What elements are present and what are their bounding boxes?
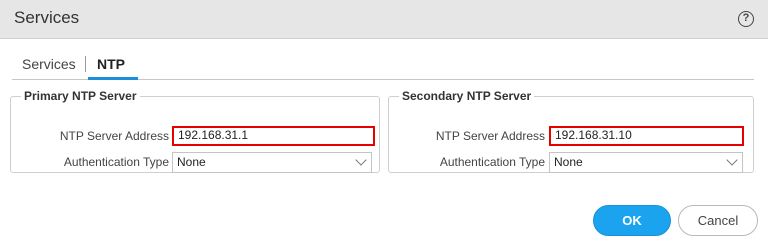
secondary-ntp-server-legend: Secondary NTP Server	[402, 89, 532, 103]
secondary-ntp-address-label: NTP Server Address	[435, 129, 545, 143]
secondary-auth-type-value: None	[554, 155, 583, 169]
secondary-auth-type-label: Authentication Type	[439, 155, 545, 169]
primary-ntp-address-input[interactable]: 192.168.31.1	[172, 126, 375, 146]
primary-auth-type-label: Authentication Type	[63, 155, 169, 169]
tab-separator	[85, 56, 86, 72]
dialog-title: Services	[14, 8, 80, 27]
chevron-down-icon	[726, 154, 738, 166]
primary-ntp-address-label: NTP Server Address	[59, 129, 169, 143]
secondary-ntp-server-group: Secondary NTP Server NTP Server Address …	[388, 89, 754, 173]
primary-ntp-address-value: 192.168.31.1	[178, 128, 249, 142]
primary-ntp-server-legend: Primary NTP Server	[24, 89, 137, 103]
dialog-titlebar: Services ?	[0, 0, 768, 39]
tab-ntp[interactable]: NTP	[97, 56, 125, 72]
secondary-ntp-address-value: 192.168.31.10	[555, 128, 632, 142]
help-icon[interactable]: ?	[738, 11, 754, 27]
ok-button[interactable]: OK	[593, 205, 671, 236]
tab-bar: Services NTP	[12, 48, 754, 80]
primary-auth-type-select[interactable]: None	[172, 152, 372, 173]
secondary-auth-type-select[interactable]: None	[549, 152, 743, 173]
services-dialog: Services ? Services NTP Primary NTP Serv…	[0, 0, 768, 252]
cancel-button[interactable]: Cancel	[678, 205, 758, 236]
active-tab-indicator	[88, 77, 138, 80]
tab-services[interactable]: Services	[22, 56, 76, 72]
secondary-ntp-address-input[interactable]: 192.168.31.10	[549, 126, 744, 146]
chevron-down-icon	[355, 154, 367, 166]
primary-ntp-server-group: Primary NTP Server NTP Server Address 19…	[10, 89, 380, 173]
primary-auth-type-value: None	[177, 155, 206, 169]
